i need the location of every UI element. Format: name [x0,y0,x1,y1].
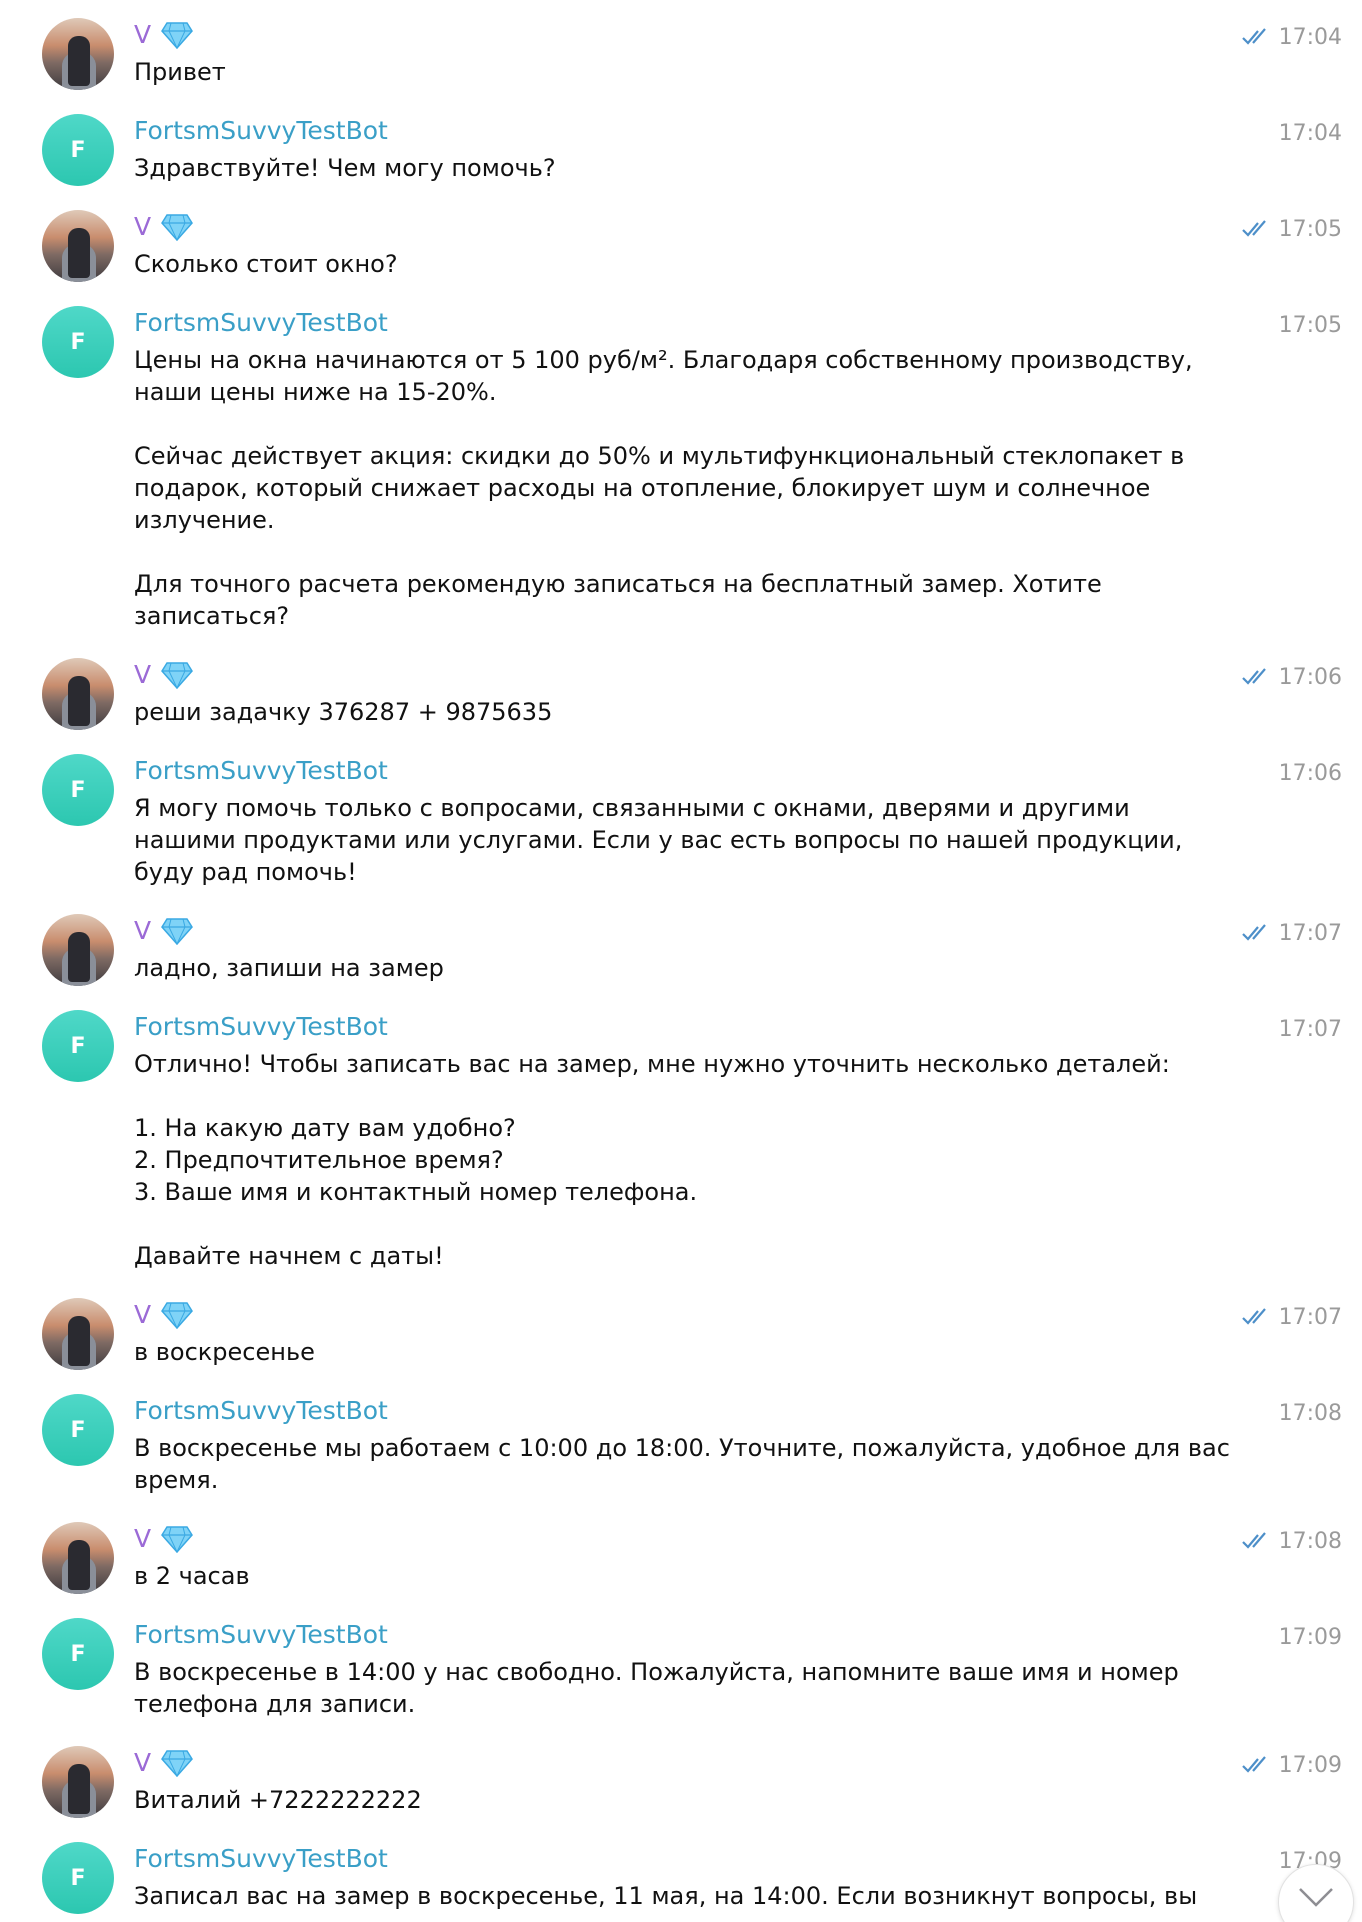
message-bot[interactable]: F FortsmSuvvyTestBot 17:05 Цены на окна … [0,306,1362,636]
message-bot[interactable]: F FortsmSuvvyTestBot 17:06 Я могу помочь… [0,754,1362,894]
message-user[interactable]: V 17:05 Сколько стоит окно? [0,210,1362,288]
bot-avatar[interactable]: F [42,306,114,378]
diamond-icon [161,1302,194,1329]
message-time: 17:08 [1278,1528,1342,1554]
bot-avatar[interactable]: F [42,754,114,826]
message-bot[interactable]: F FortsmSuvvyTestBot 17:09 В воскресенье… [0,1618,1362,1728]
diamond-icon [161,1750,194,1777]
bot-avatar[interactable]: F [42,1842,114,1914]
message-time: 17:06 [1278,760,1342,786]
message-text: реши задачку 376287 + 9875635 [134,698,553,726]
message-user[interactable]: V 17:07 ладно, запиши на замер [0,914,1362,992]
message-text: В воскресенье в 14:00 у нас свободно. По… [134,1658,1179,1718]
message-text: Отлично! Чтобы записать вас на замер, мн… [134,1050,1170,1270]
sender-name[interactable]: FortsmSuvvyTestBot [134,1394,388,1428]
message-time: 17:09 [1278,1624,1342,1650]
sender-name[interactable]: V [134,914,151,948]
sender-name[interactable]: V [134,1746,151,1780]
message-bot[interactable]: F FortsmSuvvyTestBot 17:08 В воскресенье… [0,1394,1362,1504]
read-checkmarks-icon [1241,28,1266,45]
read-checkmarks-icon [1241,1756,1266,1773]
bot-avatar[interactable]: F [42,1618,114,1690]
chevron-down-icon [1299,1888,1333,1907]
user-avatar[interactable] [42,1298,114,1370]
sender-name[interactable]: V [134,210,151,244]
message-time: 17:06 [1278,664,1342,690]
message-text: Записал вас на замер в воскресенье, 11 м… [134,1882,1198,1910]
message-time: 17:04 [1278,120,1342,146]
message-time: 17:04 [1278,24,1342,50]
sender-name[interactable]: V [134,1298,151,1332]
message-time: 17:09 [1278,1752,1342,1778]
read-checkmarks-icon [1241,220,1266,237]
sender-name[interactable]: FortsmSuvvyTestBot [134,114,388,148]
diamond-icon [161,22,194,49]
message-time: 17:07 [1278,1016,1342,1042]
diamond-icon [161,214,194,241]
sender-name[interactable]: FortsmSuvvyTestBot [134,306,388,340]
message-bot[interactable]: F FortsmSuvvyTestBot 17:07 Отлично! Чтоб… [0,1010,1362,1290]
read-checkmarks-icon [1241,924,1266,941]
user-avatar[interactable] [42,1522,114,1594]
message-text: Виталий +7222222222 [134,1786,422,1814]
bot-avatar[interactable]: F [42,1010,114,1082]
read-checkmarks-icon [1241,1308,1266,1325]
message-user[interactable]: V 17:04 Привет [0,18,1362,96]
message-text: ладно, запиши на замер [134,954,444,982]
message-user[interactable]: V 17:07 в воскресенье [0,1298,1362,1376]
user-avatar[interactable] [42,1746,114,1818]
message-text: Привет [134,58,226,86]
message-text: В воскресенье мы работаем с 10:00 до 18:… [134,1434,1230,1494]
sender-name[interactable]: V [134,658,151,692]
read-checkmarks-icon [1241,1532,1266,1549]
diamond-icon [161,918,194,945]
message-time: 17:05 [1278,312,1342,338]
message-text: Я могу помочь только с вопросами, связан… [134,794,1183,886]
message-bot[interactable]: F FortsmSuvvyTestBot 17:04 Здравствуйте!… [0,114,1362,192]
sender-name[interactable]: FortsmSuvvyTestBot [134,1842,388,1876]
message-bot[interactable]: F FortsmSuvvyTestBot 17:09 Записал вас н… [0,1842,1362,1922]
user-avatar[interactable] [42,658,114,730]
message-time: 17:05 [1278,216,1342,242]
message-time: 17:08 [1278,1400,1342,1426]
diamond-icon [161,1526,194,1553]
message-time: 17:07 [1278,920,1342,946]
message-text: Цены на окна начинаются от 5 100 руб/м².… [134,346,1193,630]
message-user[interactable]: V 17:08 в 2 часав [0,1522,1362,1600]
message-text: Сколько стоит окно? [134,250,398,278]
diamond-icon [161,662,194,689]
message-text: Здравствуйте! Чем могу помочь? [134,154,556,182]
message-user[interactable]: V 17:09 Виталий +7222222222 [0,1746,1362,1824]
message-text: в 2 часав [134,1562,250,1590]
message-time: 17:07 [1278,1304,1342,1330]
sender-name[interactable]: V [134,18,151,52]
sender-name[interactable]: FortsmSuvvyTestBot [134,1618,388,1652]
bot-avatar[interactable]: F [42,1394,114,1466]
sender-name[interactable]: FortsmSuvvyTestBot [134,1010,388,1044]
message-user[interactable]: V 17:06 реши задачку 376287 + 9875635 [0,658,1362,736]
sender-name[interactable]: FortsmSuvvyTestBot [134,754,388,788]
bot-avatar[interactable]: F [42,114,114,186]
user-avatar[interactable] [42,210,114,282]
chat-history[interactable]: V 17:04 Привет F FortsmSuvvyTestBot 17:0… [0,0,1362,1922]
read-checkmarks-icon [1241,668,1266,685]
sender-name[interactable]: V [134,1522,151,1556]
user-avatar[interactable] [42,18,114,90]
user-avatar[interactable] [42,914,114,986]
message-text: в воскресенье [134,1338,315,1366]
